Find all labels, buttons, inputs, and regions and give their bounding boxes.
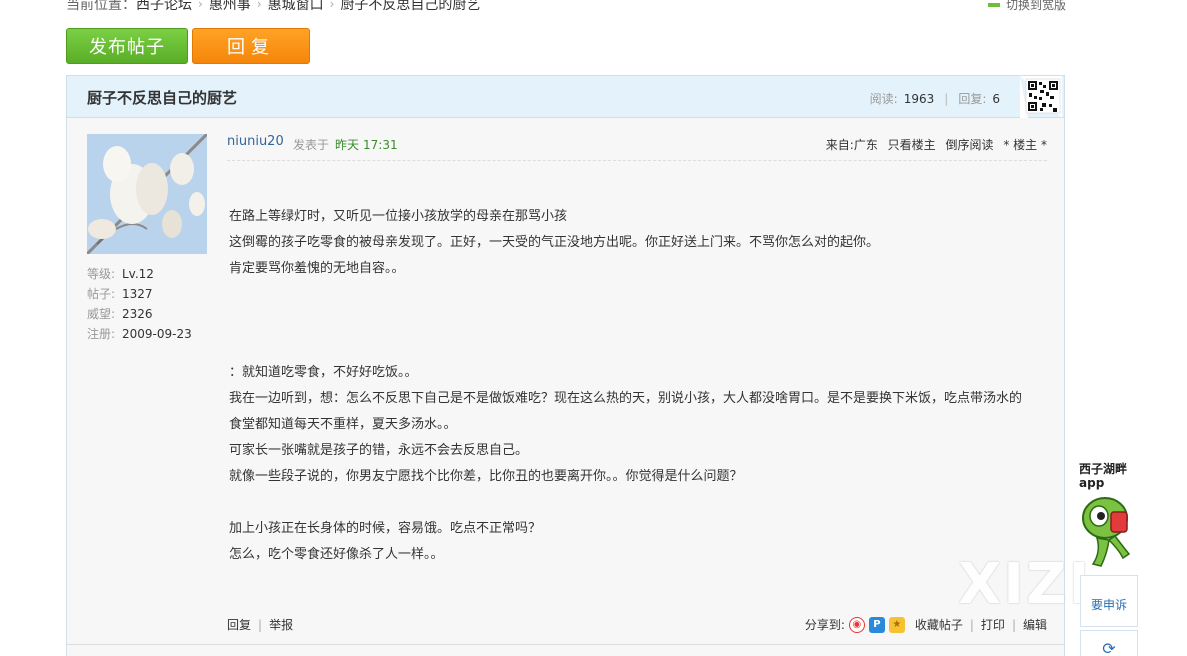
breadcrumb-item-forum[interactable]: 西子论坛 xyxy=(136,0,192,14)
floor-label: * 楼主 * xyxy=(1003,138,1047,152)
breadcrumb-label: 当前位置： xyxy=(66,0,136,13)
post-origin: 来自:广东 xyxy=(825,138,878,152)
user-info-value: Lv.12 xyxy=(122,267,154,281)
content-line: 这倒霉的孩子吃零食的被母亲发现了。正好，一天受的气正没地方出呢。你正好送上门来。… xyxy=(229,235,880,250)
author-link[interactable]: niuniu20 xyxy=(227,134,284,149)
content-line: 加上小孩正在长身体的时候，容易饿。吃点不正常吗？ xyxy=(229,521,542,536)
post-footer-left: 回复 | 举报 xyxy=(227,616,293,633)
breadcrumb-item-current: 厨子不反思自己的厨艺 xyxy=(340,0,481,13)
read-count: 1963 xyxy=(903,91,935,106)
posted-time: 17:31 xyxy=(363,138,398,152)
post-time: 发表于 昨天 17:31 xyxy=(293,136,398,153)
footer-divider: | xyxy=(258,618,263,632)
content-line: ：就知道吃零食，不好好吃饭。。 xyxy=(229,365,418,380)
thread-title-bar: 厨子不反思自己的厨艺 阅读: 1963 | 回复: 6 xyxy=(67,76,1064,118)
footer-divider: | xyxy=(1011,617,1016,632)
watermark: XIZI xyxy=(958,552,1092,617)
content-line: 可家长一张嘴就是孩子的错，永远不会去反思自己。 xyxy=(229,443,529,458)
qr-code-icon[interactable] xyxy=(1020,76,1062,118)
refresh-icon: ⟳ xyxy=(1102,639,1116,656)
user-info-row: 注册: 2009-09-23 xyxy=(87,324,192,344)
breadcrumb: 当前位置： 西子论坛 › 惠州事 › 惠城窗口 › 厨子不反思自己的厨艺 xyxy=(66,0,480,13)
user-info: 等级: Lv.12 帖子: 1327 威望: 2326 注册: 2009-09-… xyxy=(87,264,192,344)
user-info-key: 威望: xyxy=(87,307,116,321)
reply-label: 回复: xyxy=(958,92,987,106)
app-label-line1: 西子湖畔 xyxy=(1079,462,1128,476)
p-share-icon[interactable]: P xyxy=(868,616,885,633)
content-line xyxy=(229,490,1059,516)
post-content: 在路上等绿灯时，又听见一位接小孩放学的母亲在那骂小孩 这倒霉的孩子吃零食的被母亲… xyxy=(229,204,1059,568)
switch-wide-icon xyxy=(988,2,1000,7)
avatar-image xyxy=(87,134,207,254)
breadcrumb-item-huicheng[interactable]: 惠城窗口 xyxy=(268,0,324,14)
post-thread-button[interactable]: 发布帖子 xyxy=(66,28,188,64)
user-info-value: 2326 xyxy=(122,307,153,321)
post-footer: 回复 | 举报 分享到: ◉ P ★ 收藏帖子 | 打印 | 编辑 xyxy=(227,612,1047,634)
user-info-key: 等级: xyxy=(87,267,116,281)
complain-label: 要申诉 xyxy=(1090,598,1127,612)
content-line: 在路上等绿灯时，又听见一位接小孩放学的母亲在那骂小孩 xyxy=(229,209,568,224)
post-tools: 来自:广东 只看楼主 倒序阅读 * 楼主 * xyxy=(820,136,1047,153)
content-line: 食堂都知道每天不重样，夏天多汤水。。 xyxy=(229,417,457,432)
post-container: 厨子不反思自己的厨艺 阅读: 1963 | 回复: 6 等级: Lv.12 帖子… xyxy=(66,75,1065,656)
user-info-row: 威望: 2326 xyxy=(87,304,192,324)
stats-divider: | xyxy=(944,91,949,106)
report-link[interactable]: 举报 xyxy=(269,618,293,632)
content-line xyxy=(229,334,1059,360)
content-line: 怎么，吃个零食还好像杀了人一样。。 xyxy=(229,547,444,562)
share-label: 分享到: xyxy=(804,618,845,632)
chevron-right-icon: › xyxy=(256,0,262,11)
weibo-share-icon[interactable]: ◉ xyxy=(848,616,865,633)
content-line: 肯定要骂你羞愧的无地自容。。 xyxy=(229,261,405,276)
post-header: niuniu20 发表于 昨天 17:31 来自:广东 只看楼主 倒序阅读 * 楼主… xyxy=(227,131,1047,161)
post-divider xyxy=(67,644,1064,645)
breadcrumb-item-huizhou[interactable]: 惠州事 xyxy=(209,0,251,14)
reply-link[interactable]: 回复 xyxy=(227,618,251,632)
only-op-link[interactable]: 只看楼主 xyxy=(888,138,936,152)
complain-button[interactable]: 要申诉 xyxy=(1080,575,1138,627)
side-more-button[interactable]: ⟳ xyxy=(1080,630,1138,656)
user-info-row: 等级: Lv.12 xyxy=(87,264,192,284)
switch-wide-label: 切换到宽版 xyxy=(1006,0,1067,12)
posted-day: 昨天 xyxy=(335,138,360,152)
thread-title: 厨子不反思自己的厨艺 xyxy=(87,89,238,107)
content-line xyxy=(229,308,1059,334)
content-line: 我在一边听到，想：怎么不反思下自己是不是做饭难吃？现在这么热的天，别说小孩，大人… xyxy=(229,391,1023,406)
favorite-link[interactable]: 收藏帖子 xyxy=(915,616,963,633)
reverse-order-link[interactable]: 倒序阅读 xyxy=(946,138,994,152)
avatar[interactable] xyxy=(87,134,207,254)
print-link[interactable]: 打印 xyxy=(981,616,1005,633)
posted-label: 发表于 xyxy=(293,138,330,152)
user-info-key: 帖子: xyxy=(87,287,116,301)
thread-stats: 阅读: 1963 | 回复: 6 xyxy=(870,90,1000,107)
switch-wide-link[interactable]: 切换到宽版 xyxy=(988,0,1066,13)
user-info-row: 帖子: 1327 xyxy=(87,284,192,304)
content-line: 就像一些段子说的，你男友宁愿找个比你差，比你丑的也要离开你。。你觉得是什么问题？ xyxy=(229,469,743,484)
user-info-value: 2009-09-23 xyxy=(122,327,192,341)
qzone-share-icon[interactable]: ★ xyxy=(888,616,905,633)
edit-link[interactable]: 编辑 xyxy=(1023,616,1047,633)
reply-count: 6 xyxy=(992,91,1000,106)
chevron-right-icon: › xyxy=(198,0,203,11)
app-label-line2: app xyxy=(1079,476,1105,490)
user-info-value: 1327 xyxy=(122,287,153,301)
reply-button[interactable]: 回复 xyxy=(192,28,310,64)
chevron-right-icon: › xyxy=(329,0,335,11)
post-footer-right: 分享到: ◉ P ★ 收藏帖子 | 打印 | 编辑 xyxy=(805,616,1047,633)
read-label: 阅读: xyxy=(869,92,898,106)
footer-divider: | xyxy=(969,617,974,632)
content-line xyxy=(229,282,1059,308)
user-info-key: 注册: xyxy=(87,327,116,341)
